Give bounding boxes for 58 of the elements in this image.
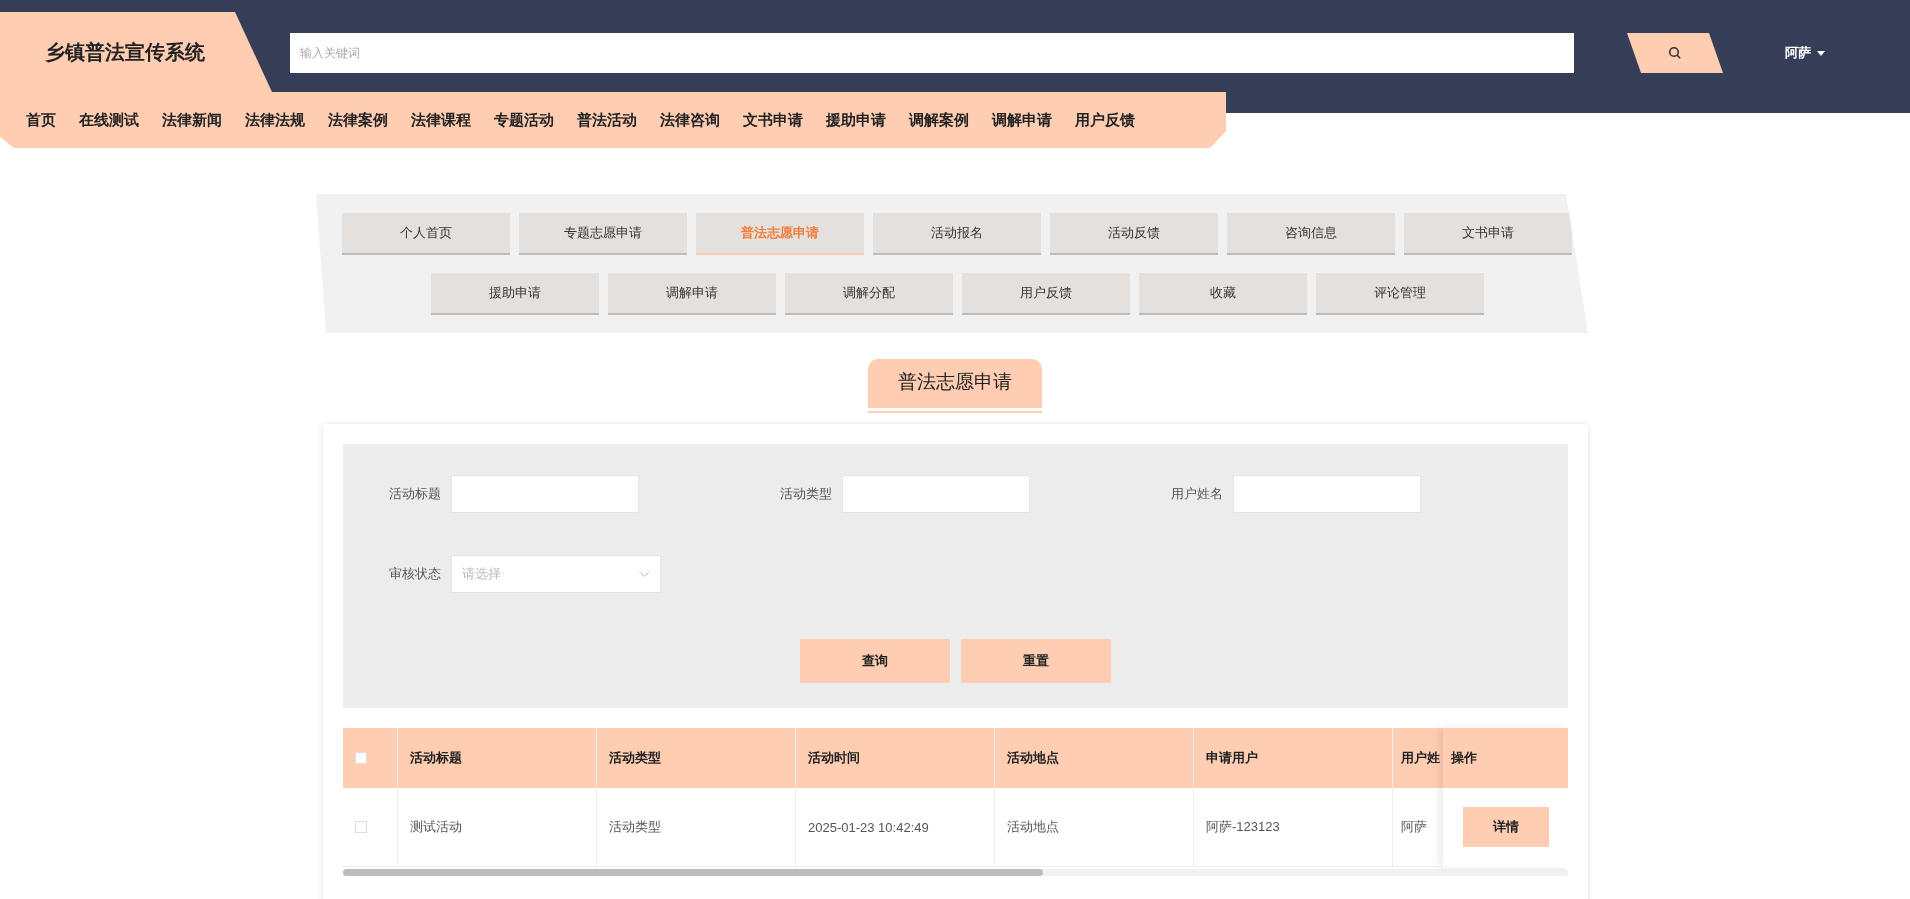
menu-tab[interactable]: 评论管理: [1315, 272, 1484, 315]
search-button[interactable]: 查询: [800, 639, 950, 683]
search-icon: [1668, 46, 1682, 60]
input-field[interactable]: [842, 475, 1030, 513]
field-label: 活动标题: [388, 485, 442, 503]
field-label: 审核状态: [388, 565, 442, 583]
menu-tab[interactable]: 调解申请: [607, 272, 776, 315]
input-field[interactable]: [1233, 475, 1421, 513]
nav-link[interactable]: 法律咨询: [660, 110, 720, 130]
field-label: 活动类型: [779, 485, 833, 503]
user-name[interactable]: 阿萨: [1785, 44, 1811, 62]
column-header: 用户姓: [1400, 749, 1441, 767]
table-cell: 2025-01-23 10:42:49: [796, 788, 995, 866]
column-header: 活动地点: [995, 728, 1194, 788]
menu-tab[interactable]: 活动报名: [873, 212, 1041, 255]
column-header: 申请用户: [1194, 728, 1393, 788]
details-button[interactable]: 详情: [1462, 807, 1549, 847]
search-field[interactable]: 输入关键词: [290, 33, 1574, 73]
nav-link[interactable]: 法律法规: [245, 110, 305, 130]
menu-tab[interactable]: 个人首页: [342, 212, 510, 255]
caret-icon[interactable]: [1817, 50, 1825, 56]
nav-link[interactable]: 专题活动: [494, 110, 554, 130]
column-header: 操作: [1443, 728, 1568, 788]
table-cell: 活动地点: [995, 788, 1194, 866]
menu-tab[interactable]: 收藏: [1138, 272, 1307, 315]
menu-tab[interactable]: 专题志愿申请: [519, 212, 687, 255]
checkbox[interactable]: [355, 752, 367, 764]
nav-link[interactable]: 调解案例: [909, 110, 969, 130]
nav-link[interactable]: 在线测试: [79, 110, 139, 130]
site-title: 乡镇普法宣传系统: [45, 39, 205, 65]
nav-link[interactable]: 法律课程: [411, 110, 471, 130]
scrollbar[interactable]: [343, 869, 1568, 876]
table-cell: 测试活动: [398, 788, 597, 866]
table-cell: 阿萨-123123: [1194, 788, 1393, 866]
nav-link[interactable]: 援助申请: [826, 110, 886, 130]
checkbox[interactable]: [355, 821, 367, 833]
column-header: 活动类型: [597, 728, 796, 788]
chevron-icon: [639, 571, 650, 577]
nav-link[interactable]: 法律案例: [328, 110, 388, 130]
column-header: 活动时间: [796, 728, 995, 788]
menu-tab[interactable]: 咨询信息: [1227, 212, 1395, 255]
input-field[interactable]: [451, 475, 639, 513]
nav-link[interactable]: 法律新闻: [162, 110, 222, 130]
table-cell: 活动类型: [597, 788, 796, 866]
menu-tab[interactable]: 用户反馈: [961, 272, 1130, 315]
menu-tab[interactable]: 援助申请: [430, 272, 599, 315]
nav-link[interactable]: 普法活动: [577, 110, 637, 130]
menu-tab[interactable]: 活动反馈: [1050, 212, 1218, 255]
column-header: 活动标题: [398, 728, 597, 788]
nav-link[interactable]: 调解申请: [992, 110, 1052, 130]
menu-tab[interactable]: 调解分配: [784, 272, 953, 315]
menu-tab[interactable]: 文书申请: [1404, 212, 1572, 255]
reset-button[interactable]: 重置: [961, 639, 1111, 683]
field-label: 用户姓名: [1170, 485, 1224, 503]
nav-link[interactable]: 用户反馈: [1075, 110, 1135, 130]
nav-link[interactable]: 首页: [26, 110, 56, 130]
table-cell-text: 阿萨: [1400, 818, 1428, 836]
nav-link[interactable]: 文书申请: [743, 110, 803, 130]
